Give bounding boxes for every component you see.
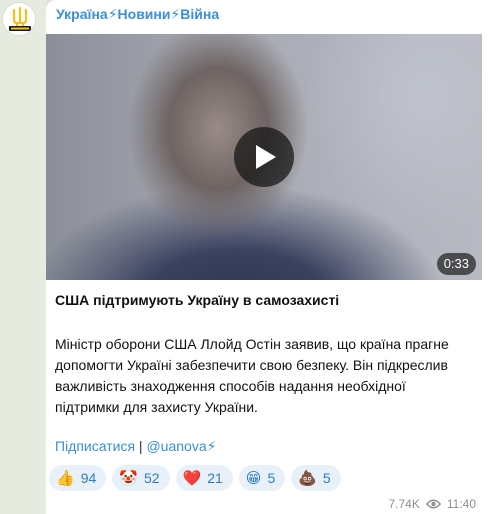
reaction-count: 52 <box>143 470 160 486</box>
message-footer: 7.74K 11:40 <box>389 497 477 511</box>
reaction-heart[interactable]: ❤️ 21 <box>175 465 233 491</box>
reaction-grin[interactable]: 😁 5 <box>238 465 286 491</box>
clown-icon: 🤡 <box>119 468 138 487</box>
channel-avatar[interactable] <box>2 2 36 36</box>
grin-icon: 😁 <box>245 468 262 487</box>
channel-name[interactable]: Україна⚡Новини⚡Війна <box>56 6 219 23</box>
video-player[interactable]: 0:33 <box>46 34 482 280</box>
view-count: 7.74K <box>388 497 420 511</box>
message-bubble: Україна⚡Новини⚡Війна 0:33 США підтримуют… <box>46 0 488 514</box>
channel-handle-link[interactable]: @uanova⚡ <box>146 438 216 454</box>
video-duration: 0:33 <box>436 253 476 275</box>
post-links: Підписатися | @uanova⚡ <box>55 438 216 455</box>
poop-icon: 💩 <box>298 468 317 487</box>
links-separator: | <box>135 438 147 454</box>
play-icon <box>256 145 276 169</box>
message-time: 11:40 <box>446 497 476 511</box>
reaction-count: 94 <box>80 470 97 486</box>
reaction-thumbs-up[interactable]: 👍 94 <box>49 465 107 491</box>
reaction-count: 5 <box>322 470 331 486</box>
reaction-count: 5 <box>267 470 276 486</box>
reactions-bar: 👍 94 🤡 52 ❤️ 21 😁 5 💩 5 <box>49 465 341 491</box>
chat-sidebar <box>0 0 46 514</box>
post-body: Міністр оборони США Ллойд Остін заявив, … <box>55 336 449 415</box>
subscribe-link[interactable]: Підписатися <box>55 438 135 454</box>
reaction-count: 21 <box>207 470 223 486</box>
reaction-clown[interactable]: 🤡 52 <box>112 465 170 491</box>
heart-icon: ❤️ <box>182 468 202 487</box>
reaction-poop[interactable]: 💩 5 <box>291 465 341 491</box>
thumbs-up-icon: 👍 <box>56 468 75 487</box>
post-title: США підтримують Україну в самозахисті <box>55 292 340 308</box>
eye-icon <box>425 499 441 509</box>
play-button[interactable] <box>234 127 294 187</box>
trident-logo-icon <box>3 3 35 35</box>
